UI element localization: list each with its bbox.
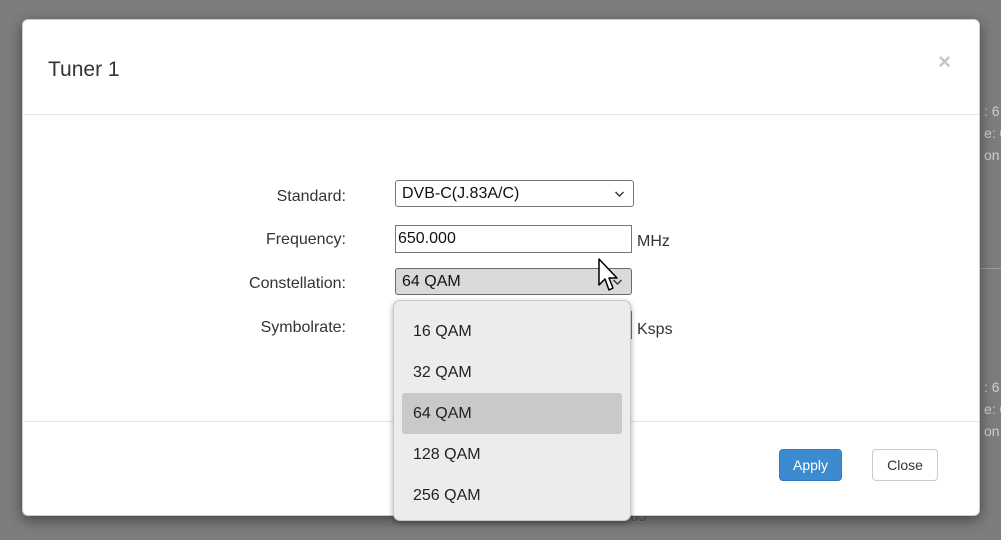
bg-text-line: : 6 xyxy=(984,379,1000,395)
bg-text-line: on xyxy=(984,423,1000,439)
close-button[interactable]: Close xyxy=(872,449,938,481)
symbolrate-unit: Ksps xyxy=(637,321,673,338)
bg-text-line: e: 0 xyxy=(984,401,1001,417)
bg-text-line: e: 0 xyxy=(984,125,1001,141)
bg-text-line: on xyxy=(984,147,1000,163)
dropdown-option-selected[interactable]: 64 QAM xyxy=(402,393,622,434)
dialog-header: Tuner 1 × xyxy=(23,20,979,115)
background-divider xyxy=(980,268,1001,269)
background-fragment-bottom: : 6 e: 0 on xyxy=(984,376,1001,442)
constellation-label: Constellation: xyxy=(249,275,346,292)
symbolrate-label: Symbolrate: xyxy=(260,319,346,336)
constellation-select-value: 64 QAM xyxy=(402,272,461,290)
standard-select-value: DVB-C(J.83A/C) xyxy=(402,184,520,202)
dropdown-option[interactable]: 16 QAM xyxy=(402,311,622,352)
chevron-down-icon xyxy=(614,184,625,207)
frequency-unit: MHz xyxy=(637,233,670,250)
dialog-title: Tuner 1 xyxy=(48,58,120,81)
constellation-dropdown-list: 16 QAM 32 QAM 64 QAM 128 QAM 256 QAM xyxy=(393,300,631,521)
apply-button[interactable]: Apply xyxy=(779,449,842,481)
dropdown-option[interactable]: 32 QAM xyxy=(402,352,622,393)
mouse-pointer-icon xyxy=(598,258,618,291)
standard-select[interactable]: DVB-C(J.83A/C) xyxy=(395,180,634,207)
frequency-input[interactable]: 650.000 xyxy=(395,225,632,253)
frequency-label: Frequency: xyxy=(265,231,346,248)
standard-label: Standard: xyxy=(276,188,346,205)
background-fragment-top: : 6 e: 0 on xyxy=(984,100,1001,166)
close-icon[interactable]: × xyxy=(938,51,951,73)
dropdown-option[interactable]: 256 QAM xyxy=(402,475,622,516)
dropdown-option[interactable]: 128 QAM xyxy=(402,434,622,475)
bg-text-line: : 6 xyxy=(984,103,1000,119)
